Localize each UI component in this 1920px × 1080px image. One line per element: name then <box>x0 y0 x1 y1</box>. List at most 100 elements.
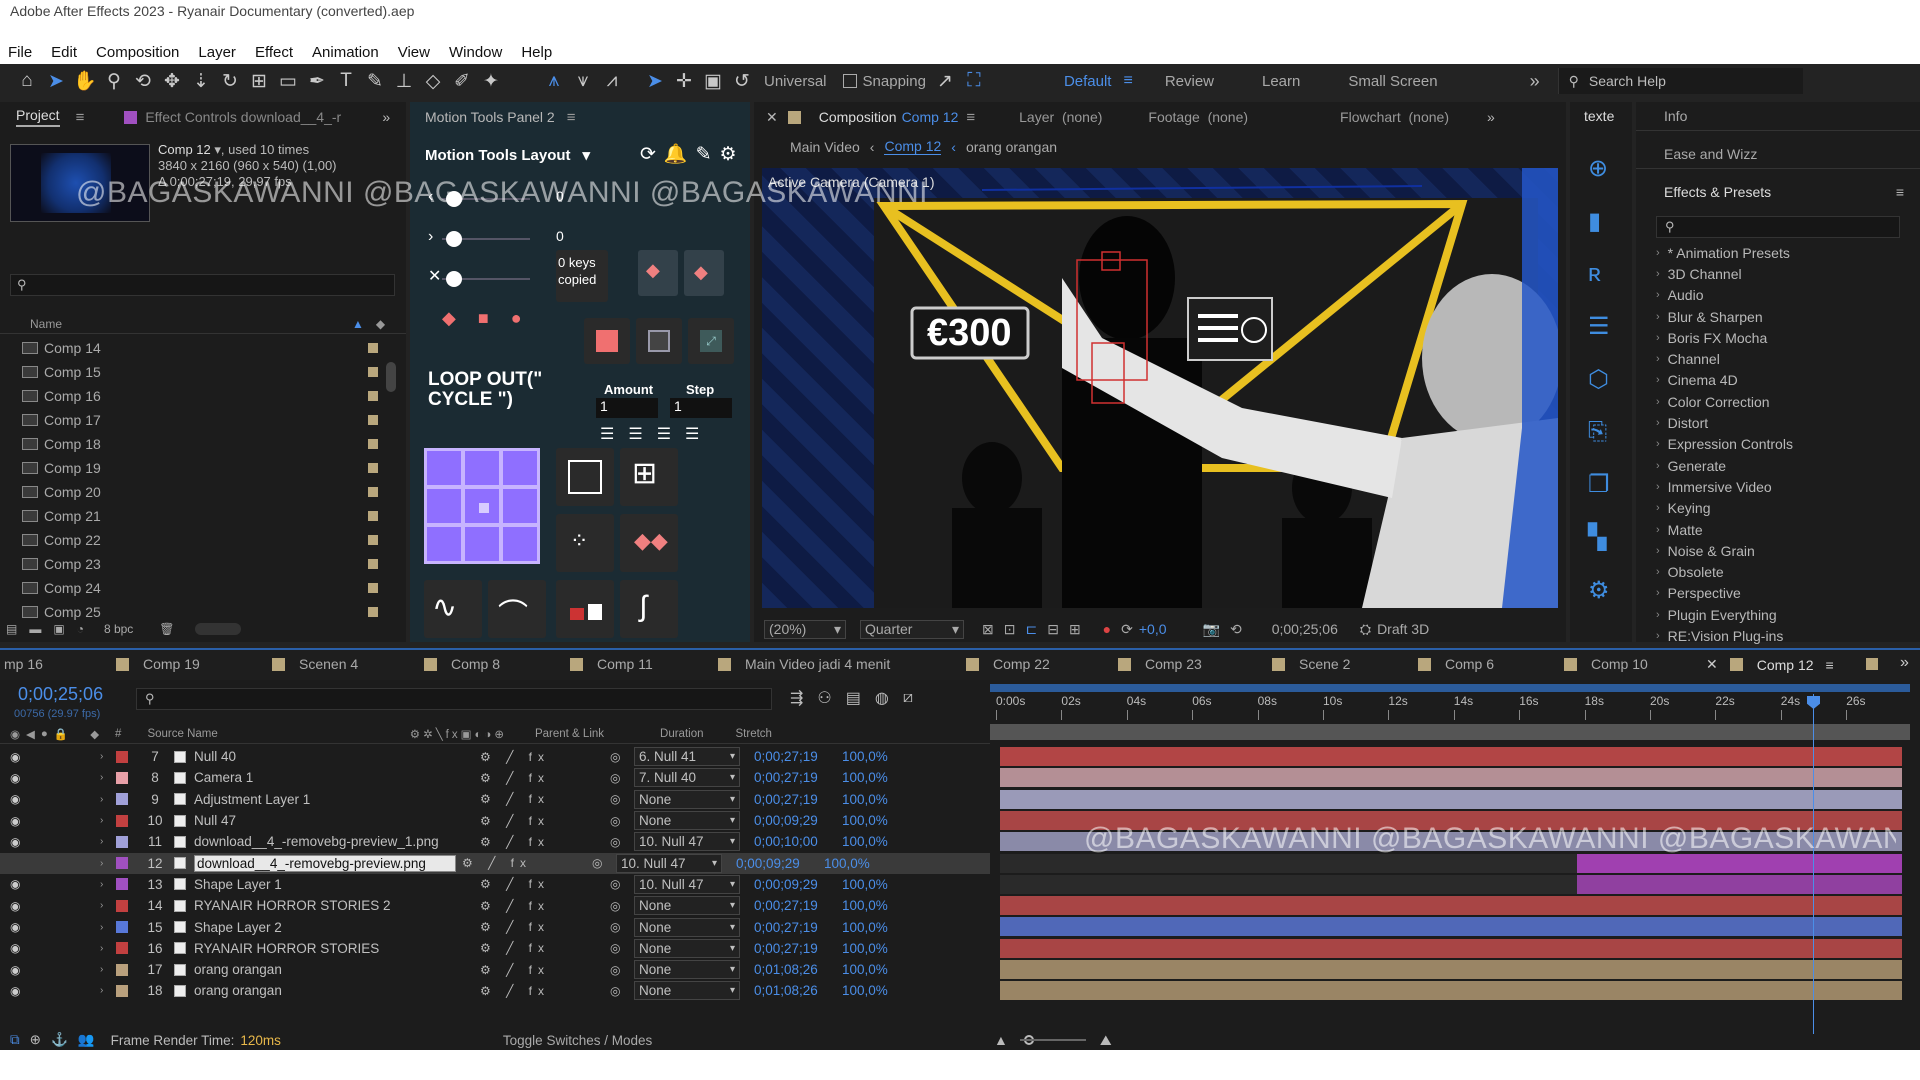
layer-bar[interactable] <box>1000 917 1902 937</box>
layer-switches-icon[interactable]: ⚙ ╱ fx <box>480 877 610 891</box>
panel-overflow-icon[interactable]: » <box>382 109 390 125</box>
show-snapshot-icon[interactable]: ⟲ <box>1230 621 1242 638</box>
layer-stretch[interactable]: 100,0% <box>842 813 902 828</box>
universal-label[interactable]: Universal <box>764 73 827 90</box>
layer-bar[interactable] <box>1000 896 1902 916</box>
layer-name[interactable]: Shape Layer 2 <box>194 920 474 935</box>
parent-dropdown[interactable]: None ▾ <box>634 789 740 809</box>
label-swatch[interactable] <box>368 367 378 377</box>
adjustment-button[interactable]: ⤢ <box>688 318 734 364</box>
bounding-box-button[interactable] <box>556 448 614 506</box>
panel-menu-icon[interactable]: ≡ <box>966 109 975 126</box>
snapping-checkbox[interactable] <box>842 74 857 88</box>
layer-bar[interactable] <box>1577 853 1902 873</box>
parent-pickwhip-icon[interactable]: ◎ <box>592 856 612 870</box>
work-area-range[interactable] <box>990 724 1910 740</box>
frame-blend-icon[interactable]: ▤ <box>846 688 861 708</box>
close-icon[interactable]: ✕ <box>766 109 778 126</box>
effect-category[interactable]: › Blur & Sharpen <box>1656 306 1916 327</box>
motion-tools-layout[interactable]: Motion Tools Layout ▾ <box>425 146 590 165</box>
workspace-learn[interactable]: Learn <box>1262 73 1300 90</box>
layer-name[interactable]: RYANAIR HORROR STORIES <box>194 941 474 956</box>
effect-category[interactable]: › Obsolete <box>1656 561 1916 582</box>
parent-dropdown[interactable]: 10. Null 47 ▾ <box>634 874 740 894</box>
layer-switches-icon[interactable]: ⊕ <box>30 1032 41 1048</box>
timeline-tab[interactable]: Scenen 4 <box>272 656 358 672</box>
zoom-in-icon[interactable]: ⛰ <box>1100 1032 1112 1049</box>
layer-bar[interactable] <box>1577 874 1902 894</box>
time-ruler[interactable]: 0:00s 02s 04s 06s 08s 10s 12s 14s 16s 18s 20s 22s 24… <box>990 694 1910 720</box>
expand-chevron-icon[interactable]: › <box>100 985 110 996</box>
work-area-bar[interactable] <box>990 684 1910 692</box>
camera-box-icon[interactable]: ▣ <box>700 68 726 94</box>
circle-key-icon[interactable]: ● <box>511 308 522 329</box>
effect-category[interactable]: › Expression Controls <box>1656 434 1916 455</box>
tab-texte[interactable]: texte <box>1584 108 1614 124</box>
pan-tool-icon[interactable]: ✥ <box>159 68 185 94</box>
menu-window[interactable]: Window <box>449 44 502 61</box>
effect-category[interactable]: › Keying <box>1656 498 1916 519</box>
panel-menu-icon[interactable]: ≡ <box>76 109 85 126</box>
unified-camera-icon[interactable]: ➤ <box>642 68 668 94</box>
anchor-cell[interactable] <box>427 451 461 485</box>
project-scrollbar[interactable] <box>386 362 396 392</box>
anchor-cell[interactable] <box>465 451 499 485</box>
tab-project[interactable]: Project <box>16 107 60 127</box>
label-swatch[interactable] <box>368 439 378 449</box>
layer-stretch[interactable]: 100,0% <box>842 983 902 998</box>
expand-chevron-icon[interactable]: › <box>100 900 110 911</box>
layer-duration[interactable]: 0;00;09;29 <box>754 877 842 892</box>
tab-footage[interactable]: Footage (none) <box>1148 109 1248 125</box>
layer-duration[interactable]: 0;00;27;19 <box>754 792 842 807</box>
layer-duration[interactable]: 0;00;27;19 <box>754 941 842 956</box>
orbit-tool-icon[interactable]: ⟲ <box>130 68 156 94</box>
grid-guides-icon[interactable]: ⊞ <box>1069 621 1081 638</box>
label-swatch[interactable] <box>368 343 378 353</box>
layer-switches-icon[interactable]: ⚙ ╱ fx <box>480 792 610 806</box>
parent-pickwhip-icon[interactable]: ◎ <box>610 963 630 977</box>
trash-icon[interactable]: 🗑 <box>159 622 174 636</box>
delete-icon[interactable]: ▮ <box>1588 207 1610 236</box>
effect-category[interactable]: › Color Correction <box>1656 391 1916 412</box>
project-item[interactable]: Comp 16 <box>0 384 406 408</box>
anchor-cell[interactable] <box>427 527 461 561</box>
layer-bar[interactable] <box>1000 768 1902 788</box>
layer-label-swatch[interactable] <box>116 921 128 934</box>
viewer-timecode[interactable]: 0;00;25;06 <box>1272 621 1338 637</box>
layer-row[interactable]: ◉ › 8 Camera 1 ⚙ ╱ fx ◎ 7. Null 40 ▾ 0;00;27;19 1… <box>0 767 990 788</box>
visibility-eye-icon[interactable]: ◉ <box>10 984 22 998</box>
project-item[interactable]: Comp 20 <box>0 480 406 504</box>
quality-dropdown[interactable]: Quarter ▾ <box>860 619 964 639</box>
col-name[interactable]: Name <box>30 317 62 331</box>
timeline-tab[interactable]: Comp 19 <box>116 656 200 672</box>
paste-keys-button[interactable]: ◆ <box>638 250 678 296</box>
sort-icon[interactable]: ▲ <box>352 317 364 331</box>
layer-label-swatch[interactable] <box>116 857 128 870</box>
effect-category[interactable]: › Immersive Video <box>1656 476 1916 497</box>
rotate-tool-icon[interactable]: ↻ <box>217 68 243 94</box>
comp-marker-icon[interactable]: ⧉ <box>10 1032 20 1048</box>
parent-pickwhip-icon[interactable]: ◎ <box>610 814 630 828</box>
tab-composition[interactable]: Composition <box>819 109 897 125</box>
project-item[interactable]: Comp 22 <box>0 528 406 552</box>
layer-stretch[interactable]: 100,0% <box>842 834 902 849</box>
scatter-button[interactable]: ⁘ <box>556 514 614 572</box>
transfer-icon[interactable]: ⚓ <box>51 1032 68 1048</box>
layer-switches-icon[interactable]: ⚙ ╱ fx <box>480 920 610 934</box>
panel-overflow-icon[interactable]: » <box>1487 109 1495 125</box>
layer-bar[interactable] <box>1000 938 1902 958</box>
parent-pickwhip-icon[interactable]: ◎ <box>610 941 630 955</box>
new-folder-icon[interactable]: ▬ <box>29 622 41 636</box>
loop-out-button[interactable]: LOOP OUT(" CYCLE ") <box>428 370 548 410</box>
layer-duration[interactable]: 0;01;08;26 <box>754 962 842 977</box>
shy-icon[interactable]: ⚇ <box>817 688 831 708</box>
effect-category[interactable]: › Distort <box>1656 412 1916 433</box>
expand-chevron-icon[interactable]: › <box>100 751 110 762</box>
comp-viewer[interactable]: €300 Active Camera (Camera 1) <box>762 168 1558 608</box>
expand-chevron-icon[interactable]: › <box>100 922 110 933</box>
playhead[interactable] <box>1813 694 1814 1034</box>
expand-chevron-icon[interactable]: › <box>100 794 110 805</box>
zoom-tool-icon[interactable]: ⚲ <box>101 68 127 94</box>
crumb-comp-12[interactable]: Comp 12 <box>884 138 942 155</box>
parent-pickwhip-icon[interactable]: ◎ <box>610 920 630 934</box>
